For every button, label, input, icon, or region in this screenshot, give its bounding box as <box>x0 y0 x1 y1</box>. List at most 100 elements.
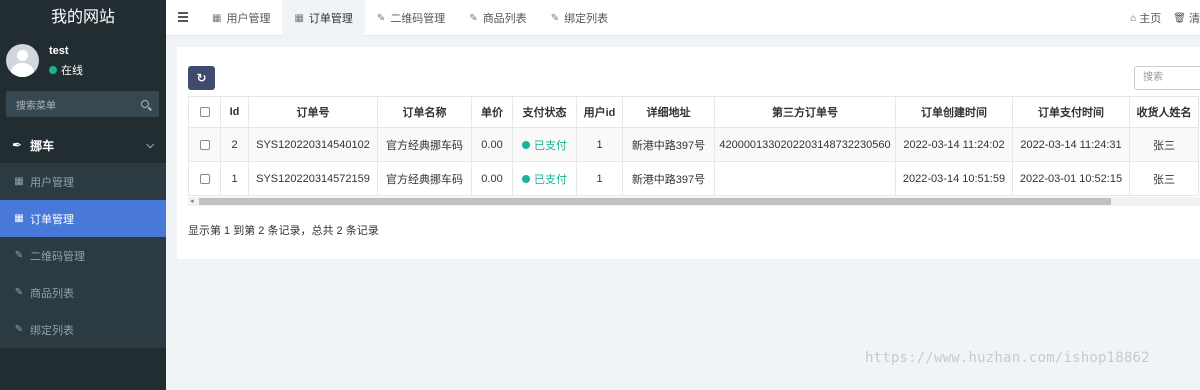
home-label: 主页 <box>1139 13 1162 25</box>
edit-icon: ✎ <box>14 287 24 298</box>
column-header[interactable]: 订单号 <box>248 96 378 128</box>
scrollbar-thumb[interactable] <box>199 198 1111 205</box>
sidebar-item-products[interactable]: ✎ 商品列表 <box>0 274 166 311</box>
column-header[interactable]: 单价 <box>471 96 513 128</box>
home-icon: ⌂ <box>1130 12 1137 24</box>
topbar: ▦ 用户管理 ▦ 订单管理 ✎ 二维码管理 ✎ 商品列表 ✎ 绑定列表 ⌂ 主页… <box>166 0 1200 36</box>
edit-icon: ✎ <box>14 324 24 335</box>
search-icon[interactable] <box>141 100 149 108</box>
table-header-row: Id 订单号 订单名称 单价 支付状态 用户id 详细地址 第三方订单号 订单创… <box>188 96 1199 128</box>
sidebar-item-users[interactable]: ▦ 用户管理 <box>0 163 166 200</box>
table-cell: 新港中路397号 <box>622 161 715 196</box>
status-badge: 已支付 <box>522 137 567 153</box>
status-dot-icon <box>522 174 530 183</box>
tab-label: 二维码管理 <box>390 13 446 25</box>
column-header[interactable]: Id <box>220 96 249 128</box>
column-header[interactable]: 详细地址 <box>622 96 715 128</box>
horizontal-scrollbar[interactable]: ◂ <box>188 197 1200 206</box>
sidebar-item-orders[interactable]: ▦ 订单管理 <box>0 200 166 237</box>
column-header[interactable]: 第三方订单号 <box>714 96 896 128</box>
status-badge: 已支付 <box>522 171 567 187</box>
table-search-input[interactable]: 搜索 <box>1134 66 1200 90</box>
refresh-button[interactable]: ↻ <box>188 66 215 90</box>
site-title[interactable]: 我的网站 <box>0 0 166 36</box>
user-status-label: 在线 <box>61 65 83 77</box>
tab-products[interactable]: ✎ 商品列表 <box>457 0 538 36</box>
table-cell: 已支付 <box>512 127 577 162</box>
tab-label: 商品列表 <box>482 13 527 25</box>
table-cell: 2022-03-01 10:52:15 <box>1012 161 1130 196</box>
scroll-left-icon[interactable]: ◂ <box>190 197 194 206</box>
table-cell: 1 <box>576 161 623 196</box>
column-header[interactable]: 收货人姓名 <box>1129 96 1199 128</box>
online-dot-icon <box>49 66 57 74</box>
clear-button[interactable]: 🗑 清 <box>1173 10 1200 26</box>
row-checkbox[interactable] <box>199 139 210 150</box>
table-cell: 2022-03-14 11:24:02 <box>895 127 1013 162</box>
table-row[interactable]: 2 SYS120220314540102 官方经典挪车码 0.00 已支付 1 … <box>188 127 1199 162</box>
row-select-cell[interactable] <box>188 127 221 162</box>
table-cell: 2022-03-14 10:51:59 <box>895 161 1013 196</box>
topbar-actions: ⌂ 主页 🗑 清 <box>1118 0 1200 36</box>
column-header[interactable]: 订单支付时间 <box>1012 96 1130 128</box>
sidebar-item-qrcodes[interactable]: ✎ 二维码管理 <box>0 237 166 274</box>
table-cell: 2 <box>220 127 249 162</box>
tab-label: 绑定列表 <box>564 13 609 25</box>
edit-icon: ✎ <box>469 12 478 24</box>
trash-icon: 🗑 <box>1173 12 1186 24</box>
table-cell: 张三 <box>1129 127 1199 162</box>
tab-label: 用户管理 <box>226 13 271 25</box>
tab-users[interactable]: ▦ 用户管理 <box>200 0 282 36</box>
table-cell: 1 <box>576 127 623 162</box>
table-cell: SYS120220314540102 <box>248 127 378 162</box>
refresh-icon: ↻ <box>196 71 207 85</box>
table-icon: ▦ <box>14 176 24 187</box>
sidebar-item-label: 用户管理 <box>30 176 74 189</box>
menu-search-input[interactable]: 搜索菜单 <box>6 91 159 117</box>
watermark-text: https://www.huzhan.com/ishop18862 <box>865 350 1150 366</box>
menu-toggle-icon[interactable] <box>178 12 188 24</box>
row-select-cell[interactable] <box>188 161 221 196</box>
tab-qrcodes[interactable]: ✎ 二维码管理 <box>365 0 457 36</box>
table-cell <box>714 161 896 196</box>
sidebar-item-label: 绑定列表 <box>30 324 74 337</box>
table-cell: SYS120220314572159 <box>248 161 378 196</box>
sidebar-item-label: 商品列表 <box>30 287 74 300</box>
table-cell: 新港中路397号 <box>622 127 715 162</box>
submenu: ▦ 用户管理 ▦ 订单管理 ✎ 二维码管理 ✎ 商品列表 ✎ 绑定列表 <box>0 163 166 348</box>
table-row[interactable]: 1 SYS120220314572159 官方经典挪车码 0.00 已支付 1 … <box>188 161 1199 196</box>
status-label: 已支付 <box>534 173 567 186</box>
table-cell: 官方经典挪车码 <box>377 127 472 162</box>
home-button[interactable]: ⌂ 主页 <box>1130 10 1161 26</box>
sidebar-item-label: 订单管理 <box>30 213 74 226</box>
pagination-info: 显示第 1 到第 2 条记录，总共 2 条记录 <box>188 225 379 237</box>
column-header[interactable]: 支付状态 <box>512 96 577 128</box>
tab-bindings[interactable]: ✎ 绑定列表 <box>539 0 620 36</box>
magic-wand-icon: ✒ <box>12 138 23 152</box>
edit-icon: ✎ <box>376 12 386 24</box>
menu-group-label: 挪车 <box>30 138 55 153</box>
table-cell: 官方经典挪车码 <box>377 161 472 196</box>
column-header[interactable]: 订单名称 <box>377 96 472 128</box>
table-cell: 2022-03-14 11:24:31 <box>1012 127 1130 162</box>
table-cell: 1 <box>220 161 249 196</box>
avatar <box>6 44 39 77</box>
edit-icon: ✎ <box>14 250 24 261</box>
clear-label: 清 <box>1189 13 1200 25</box>
table-icon: ▦ <box>212 12 222 24</box>
table-icon: ▦ <box>14 213 24 224</box>
tab-label: 订单管理 <box>308 13 353 25</box>
tab-orders[interactable]: ▦ 订单管理 <box>282 0 365 36</box>
column-header[interactable]: 用户id <box>576 96 623 128</box>
orders-table: Id 订单号 订单名称 单价 支付状态 用户id 详细地址 第三方订单号 订单创… <box>188 96 1199 196</box>
select-all-checkbox[interactable] <box>199 107 210 118</box>
content-panel: ↻ 搜索 Id 订单号 订单名称 单价 支付状态 用户id 详细地址 第三方订单… <box>177 47 1200 259</box>
column-header[interactable]: 订单创建时间 <box>895 96 1013 128</box>
status-label: 已支付 <box>534 139 567 152</box>
row-checkbox[interactable] <box>199 173 210 184</box>
user-panel: test 在线 <box>0 36 166 86</box>
sidebar-item-bindings[interactable]: ✎ 绑定列表 <box>0 311 166 348</box>
select-all-cell[interactable] <box>188 96 221 128</box>
menu-group-nuoche[interactable]: ✒ 挪车 ⌵ <box>0 128 166 162</box>
chevron-down-icon: ⌵ <box>146 139 154 151</box>
